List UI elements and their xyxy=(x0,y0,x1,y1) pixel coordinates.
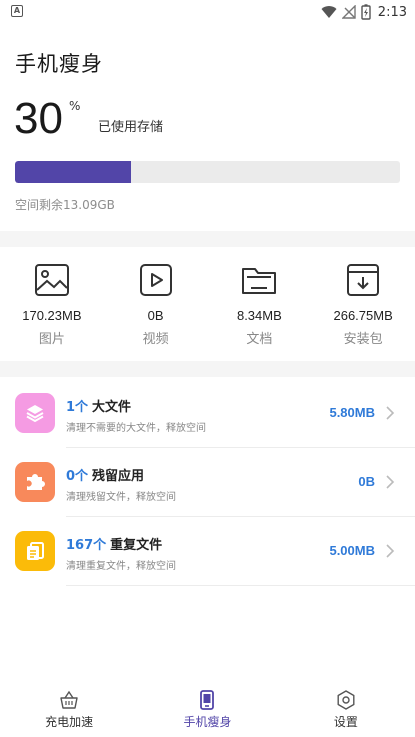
item-icon-bg xyxy=(15,393,55,433)
category-size: 266.75MB xyxy=(333,308,393,323)
item-title: 167个 重复文件 xyxy=(66,534,162,553)
storage-progress-bar xyxy=(15,161,400,183)
item-description: 清理残留文件，释放空间 xyxy=(66,492,176,503)
notification-a-icon: A xyxy=(11,5,23,17)
page-title: 手机瘦身 xyxy=(15,52,103,76)
video-icon xyxy=(139,264,172,296)
item-size: 5.80MB xyxy=(329,405,375,420)
copy-icon xyxy=(27,542,44,560)
item-count: 167个 xyxy=(66,538,107,553)
category-documents[interactable]: 8.34MB 文档 xyxy=(208,247,312,357)
no-signal-icon xyxy=(341,5,356,19)
category-label: 文档 xyxy=(246,332,273,347)
folder-icon xyxy=(242,268,277,294)
tab-charge-boost[interactable]: 充电加速 xyxy=(0,683,138,737)
tab-settings[interactable]: 设置 xyxy=(277,683,415,737)
item-icon-bg xyxy=(15,462,55,502)
category-label: 安装包 xyxy=(343,332,383,347)
list-item-duplicate-files[interactable]: 167个 重复文件 清理重复文件，释放空间 5.00MB xyxy=(0,517,415,586)
section-divider xyxy=(0,361,415,377)
status-icons: 2:13 xyxy=(321,3,407,21)
puzzle-icon xyxy=(27,474,45,490)
wifi-icon xyxy=(321,6,337,19)
item-title: 0个 残留应用 xyxy=(66,465,144,484)
status-time: 2:13 xyxy=(377,4,407,20)
item-count: 0个 xyxy=(66,469,89,484)
item-description: 清理重复文件，释放空间 xyxy=(66,561,176,572)
item-name: 残留应用 xyxy=(92,469,145,484)
storage-percent: 30 xyxy=(14,94,63,143)
item-name: 重复文件 xyxy=(110,538,163,553)
category-size: 170.23MB xyxy=(22,308,82,323)
item-title: 1个 大文件 xyxy=(66,396,131,415)
space-remaining-text: 空间剩余13.09GB xyxy=(15,198,115,212)
list-item-large-files[interactable]: 1个 大文件 清理不需要的大文件，释放空间 5.80MB xyxy=(0,379,415,448)
file-category-grid: 170.23MB 图片 0B 视频 8.34MB 文档 266.75MB 安装包 xyxy=(0,247,415,357)
storage-used-label: 已使用存储 xyxy=(98,120,164,135)
tab-label: 设置 xyxy=(333,715,358,729)
category-packages[interactable]: 266.75MB 安装包 xyxy=(311,247,415,357)
tab-label: 手机瘦身 xyxy=(183,715,232,729)
basket-icon xyxy=(60,690,78,709)
tab-phone-slim[interactable]: 手机瘦身 xyxy=(138,683,276,737)
list-separator xyxy=(66,585,415,586)
category-size: 0B xyxy=(147,308,164,323)
storage-progress-fill xyxy=(15,161,131,183)
tab-label: 充电加速 xyxy=(45,715,94,729)
item-count: 1个 xyxy=(66,400,89,415)
clean-list: 1个 大文件 清理不需要的大文件，释放空间 5.80MB 0个 残留应用 清理残留文… xyxy=(0,379,415,586)
bottom-tab-bar: 充电加速 手机瘦身 设置 xyxy=(0,683,415,737)
list-item-residual-apps[interactable]: 0个 残留应用 清理残留文件，释放空间 0B xyxy=(0,448,415,517)
image-icon xyxy=(34,264,69,296)
category-label: 图片 xyxy=(38,332,65,347)
layers-icon xyxy=(26,405,44,423)
item-size: 0B xyxy=(358,474,375,489)
chevron-right-icon xyxy=(386,406,395,420)
category-size: 8.34MB xyxy=(236,308,282,323)
category-images[interactable]: 170.23MB 图片 xyxy=(0,247,104,357)
status-bar: A 2:13 xyxy=(0,0,415,24)
category-label: 视频 xyxy=(142,332,169,347)
package-icon xyxy=(347,264,380,296)
item-icon-bg xyxy=(15,531,55,571)
gear-icon xyxy=(337,690,355,710)
item-size: 5.00MB xyxy=(329,543,375,558)
item-description: 清理不需要的大文件，释放空间 xyxy=(66,423,206,434)
section-divider xyxy=(0,231,415,247)
battery-charging-icon xyxy=(361,4,371,20)
category-videos[interactable]: 0B 视频 xyxy=(104,247,208,357)
storage-percent-unit: % xyxy=(69,99,81,113)
item-name: 大文件 xyxy=(92,400,132,415)
phone-icon xyxy=(200,690,215,710)
chevron-right-icon xyxy=(386,475,395,489)
chevron-right-icon xyxy=(386,544,395,558)
